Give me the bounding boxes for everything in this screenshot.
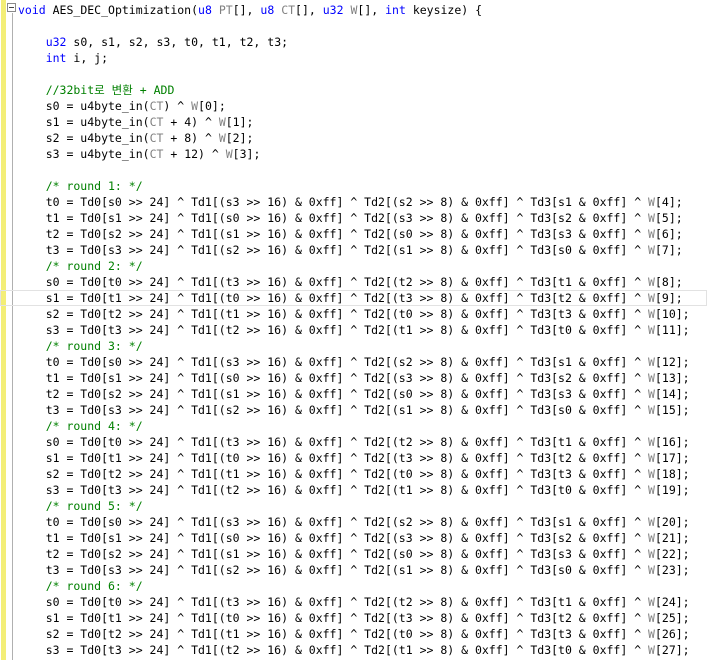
code-line-text: /* round 5: */ (18, 499, 143, 513)
code-line-text: //32bit로 변환 + ADD (18, 83, 175, 97)
code-lines[interactable]: void AES_DEC_Optimization(u8 PT[], u8 CT… (0, 2, 707, 658)
code-line[interactable] (0, 66, 707, 82)
code-line[interactable]: s0 = Td0[t0 >> 24] ^ Td1[(t3 >> 16) & 0x… (0, 594, 707, 610)
code-line[interactable]: s3 = Td0[t3 >> 24] ^ Td1[(t2 >> 16) & 0x… (0, 322, 707, 338)
code-line-text: u32 s0, s1, s2, s3, t0, t1, t2, t3; (45, 35, 289, 49)
code-line-text: s3 = u4byte_in(CT + 12) ^ W[3]; (18, 147, 261, 161)
code-line[interactable]: t2 = Td0[s2 >> 24] ^ Td1[(s1 >> 16) & 0x… (0, 386, 707, 402)
code-line-text: s2 = Td0[t2 >> 24] ^ Td1[(t1 >> 16) & 0x… (18, 627, 690, 641)
code-line[interactable]: t1 = Td0[s1 >> 24] ^ Td1[(s0 >> 16) & 0x… (0, 370, 707, 386)
code-line-text: /* round 3: */ (18, 339, 143, 353)
code-line[interactable]: //32bit로 변환 + ADD (0, 82, 707, 98)
code-line[interactable]: t0 = Td0[s0 >> 24] ^ Td1[(s3 >> 16) & 0x… (0, 194, 707, 210)
code-line-text: s1 = Td0[t1 >> 24] ^ Td1[(t0 >> 16) & 0x… (18, 451, 690, 465)
code-line-text: t0 = Td0[s0 >> 24] ^ Td1[(s3 >> 16) & 0x… (18, 355, 690, 369)
code-line[interactable]: u32 s0, s1, s2, s3, t0, t1, t2, t3; (0, 34, 707, 50)
code-line-text: t3 = Td0[s3 >> 24] ^ Td1[(s2 >> 16) & 0x… (18, 243, 683, 257)
code-line[interactable]: t1 = Td0[s1 >> 24] ^ Td1[(s0 >> 16) & 0x… (0, 530, 707, 546)
code-line-text: s1 = Td0[t1 >> 24] ^ Td1[(t0 >> 16) & 0x… (18, 291, 683, 305)
code-line-text: s0 = Td0[t0 >> 24] ^ Td1[(t3 >> 16) & 0x… (18, 435, 690, 449)
code-line-text: t2 = Td0[s2 >> 24] ^ Td1[(s1 >> 16) & 0x… (18, 387, 690, 401)
code-line-text: s0 = u4byte_in(CT) ^ W[0]; (18, 99, 226, 113)
code-line-text: t2 = Td0[s2 >> 24] ^ Td1[(s1 >> 16) & 0x… (18, 547, 690, 561)
code-editor[interactable]: void AES_DEC_Optimization(u8 PT[], u8 CT… (0, 0, 707, 660)
code-line[interactable]: s3 = u4byte_in(CT + 12) ^ W[3]; (0, 146, 707, 162)
code-line[interactable]: t2 = Td0[s2 >> 24] ^ Td1[(s1 >> 16) & 0x… (0, 226, 707, 242)
code-line[interactable]: s0 = Td0[t0 >> 24] ^ Td1[(t3 >> 16) & 0x… (0, 274, 707, 290)
code-line-text: s1 = Td0[t1 >> 24] ^ Td1[(t0 >> 16) & 0x… (18, 611, 690, 625)
code-line-text: t3 = Td0[s3 >> 24] ^ Td1[(s2 >> 16) & 0x… (18, 403, 690, 417)
code-line-text: /* round 6: */ (18, 579, 143, 593)
code-line-text: void AES_DEC_Optimization(u8 PT[], u8 CT… (18, 3, 483, 17)
code-line[interactable]: s1 = Td0[t1 >> 24] ^ Td1[(t0 >> 16) & 0x… (0, 610, 707, 626)
code-line-text: t1 = Td0[s1 >> 24] ^ Td1[(s0 >> 16) & 0x… (18, 531, 690, 545)
code-line[interactable]: s1 = u4byte_in(CT + 4) ^ W[1]; (0, 114, 707, 130)
code-line[interactable]: s2 = Td0[t2 >> 24] ^ Td1[(t1 >> 16) & 0x… (0, 626, 707, 642)
code-line[interactable]: /* round 2: */ (0, 258, 707, 274)
code-line[interactable]: t3 = Td0[s3 >> 24] ^ Td1[(s2 >> 16) & 0x… (0, 242, 707, 258)
code-line[interactable]: t0 = Td0[s0 >> 24] ^ Td1[(s3 >> 16) & 0x… (0, 514, 707, 530)
code-line[interactable]: s0 = u4byte_in(CT) ^ W[0]; (0, 98, 707, 114)
code-line[interactable]: s0 = Td0[t0 >> 24] ^ Td1[(t3 >> 16) & 0x… (0, 434, 707, 450)
code-line-text: /* round 2: */ (18, 259, 143, 273)
code-line-text: s1 = u4byte_in(CT + 4) ^ W[1]; (18, 115, 254, 129)
code-line[interactable]: /* round 4: */ (0, 418, 707, 434)
code-line[interactable]: t2 = Td0[s2 >> 24] ^ Td1[(s1 >> 16) & 0x… (0, 546, 707, 562)
code-line[interactable]: /* round 3: */ (0, 338, 707, 354)
code-line[interactable]: s2 = Td0[t2 >> 24] ^ Td1[(t1 >> 16) & 0x… (0, 306, 707, 322)
code-line-text: t0 = Td0[s0 >> 24] ^ Td1[(s3 >> 16) & 0x… (18, 515, 690, 529)
code-line[interactable]: s1 = Td0[t1 >> 24] ^ Td1[(t0 >> 16) & 0x… (0, 450, 707, 466)
code-line-text: s2 = u4byte_in(CT + 8) ^ W[2]; (18, 131, 254, 145)
code-line-text: t2 = Td0[s2 >> 24] ^ Td1[(s1 >> 16) & 0x… (18, 227, 683, 241)
code-line[interactable]: void AES_DEC_Optimization(u8 PT[], u8 CT… (0, 2, 707, 18)
code-line-text: t1 = Td0[s1 >> 24] ^ Td1[(s0 >> 16) & 0x… (18, 371, 690, 385)
code-line[interactable]: s2 = Td0[t2 >> 24] ^ Td1[(t1 >> 16) & 0x… (0, 466, 707, 482)
code-line-text: s3 = Td0[t3 >> 24] ^ Td1[(t2 >> 16) & 0x… (18, 483, 690, 497)
code-line-text: t3 = Td0[s3 >> 24] ^ Td1[(s2 >> 16) & 0x… (18, 563, 690, 577)
code-line-text: s3 = Td0[t3 >> 24] ^ Td1[(t2 >> 16) & 0x… (18, 323, 690, 337)
code-line[interactable]: t3 = Td0[s3 >> 24] ^ Td1[(s2 >> 16) & 0x… (0, 402, 707, 418)
code-line-text: s2 = Td0[t2 >> 24] ^ Td1[(t1 >> 16) & 0x… (18, 467, 690, 481)
code-line[interactable]: t1 = Td0[s1 >> 24] ^ Td1[(s0 >> 16) & 0x… (0, 210, 707, 226)
code-line[interactable]: /* round 5: */ (0, 498, 707, 514)
code-line-text: /* round 1: */ (18, 179, 143, 193)
code-line[interactable]: s2 = u4byte_in(CT + 8) ^ W[2]; (0, 130, 707, 146)
code-line-text: s0 = Td0[t0 >> 24] ^ Td1[(t3 >> 16) & 0x… (18, 595, 690, 609)
code-line[interactable]: int i, j; (0, 50, 707, 66)
code-line-text: t1 = Td0[s1 >> 24] ^ Td1[(s0 >> 16) & 0x… (18, 211, 683, 225)
code-line[interactable]: s1 = Td0[t1 >> 24] ^ Td1[(t0 >> 16) & 0x… (0, 290, 707, 306)
code-line[interactable] (0, 18, 707, 34)
code-line[interactable]: s3 = Td0[t3 >> 24] ^ Td1[(t2 >> 16) & 0x… (0, 642, 707, 658)
code-line-text: /* round 4: */ (18, 419, 143, 433)
code-line-text: s2 = Td0[t2 >> 24] ^ Td1[(t1 >> 16) & 0x… (18, 307, 690, 321)
code-line[interactable]: t3 = Td0[s3 >> 24] ^ Td1[(s2 >> 16) & 0x… (0, 562, 707, 578)
code-line-text: t0 = Td0[s0 >> 24] ^ Td1[(s3 >> 16) & 0x… (18, 195, 683, 209)
code-line[interactable]: s3 = Td0[t3 >> 24] ^ Td1[(t2 >> 16) & 0x… (0, 482, 707, 498)
code-line[interactable]: t0 = Td0[s0 >> 24] ^ Td1[(s3 >> 16) & 0x… (0, 354, 707, 370)
code-line-text: int i, j; (45, 51, 109, 65)
code-line[interactable] (0, 162, 707, 178)
code-line[interactable]: /* round 1: */ (0, 178, 707, 194)
code-line-text: s3 = Td0[t3 >> 24] ^ Td1[(t2 >> 16) & 0x… (18, 643, 690, 657)
code-line-text: s0 = Td0[t0 >> 24] ^ Td1[(t3 >> 16) & 0x… (18, 275, 683, 289)
code-line[interactable]: /* round 6: */ (0, 578, 707, 594)
